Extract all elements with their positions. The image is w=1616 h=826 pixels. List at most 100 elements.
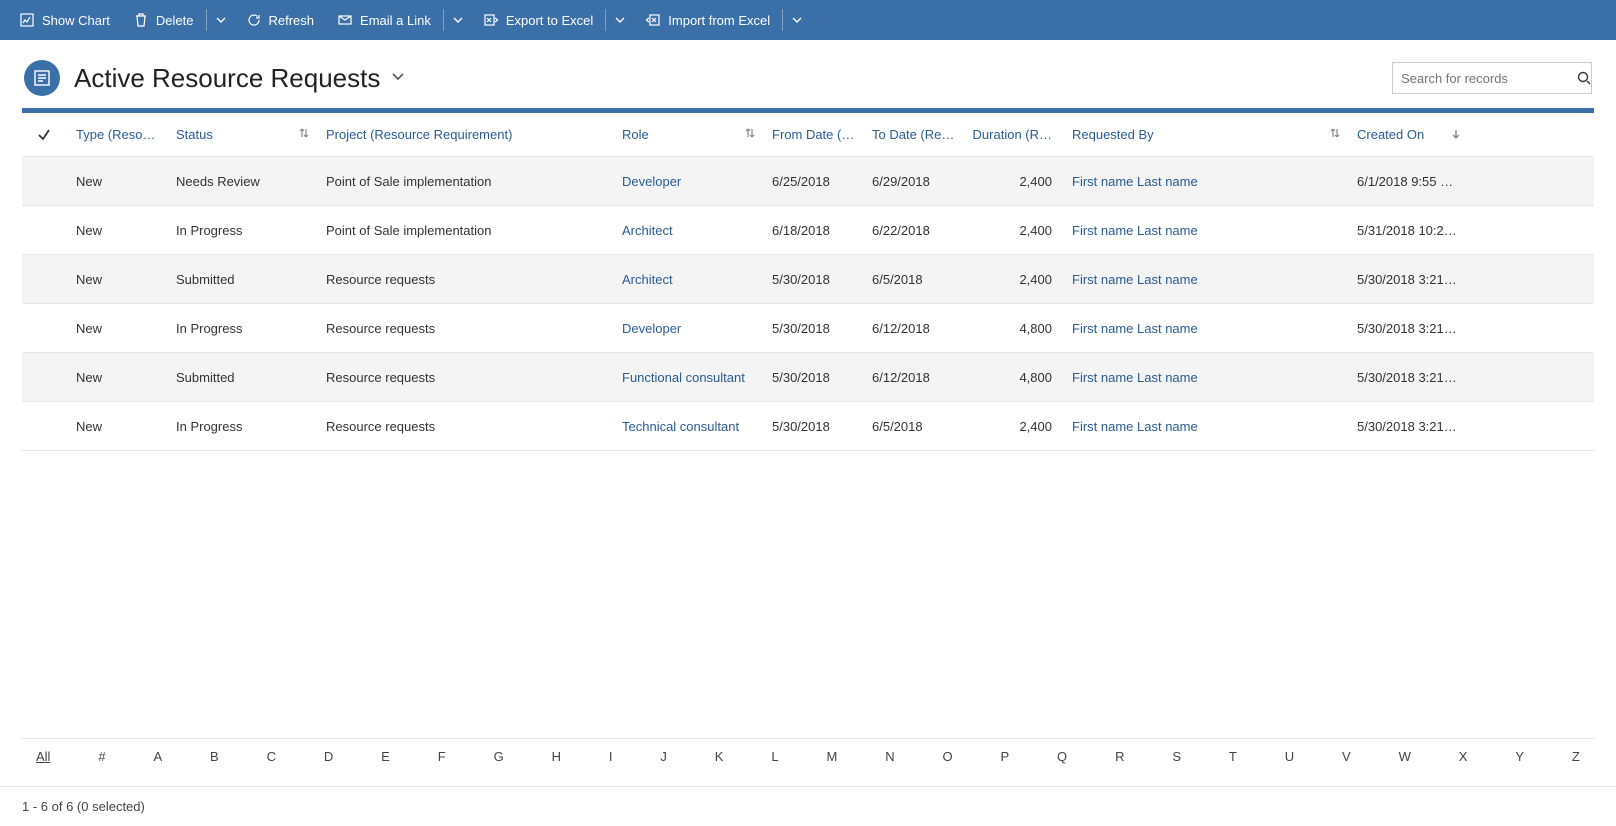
cell-from-date: 5/30/2018 [762, 370, 862, 385]
status-bar: 1 - 6 of 6 (0 selected) [0, 786, 1616, 826]
col-type[interactable]: Type (Reso… [66, 127, 166, 142]
sort-icon [298, 127, 310, 142]
grid-body: New Needs Review Point of Sale implement… [22, 157, 1594, 451]
alpha-k[interactable]: K [715, 749, 724, 764]
export-excel-button[interactable]: Export to Excel [472, 0, 605, 40]
cell-to-date: 6/29/2018 [862, 174, 962, 189]
col-project[interactable]: Project (Resource Requirement) [316, 127, 612, 142]
table-row[interactable]: New In Progress Resource requests Develo… [22, 304, 1594, 353]
col-requested-by[interactable]: Requested By [1062, 127, 1347, 142]
table-row[interactable]: New Submitted Resource requests Architec… [22, 255, 1594, 304]
import-excel-button[interactable]: Import from Excel [634, 0, 782, 40]
search-input[interactable] [1401, 71, 1577, 86]
alpha-h[interactable]: H [552, 749, 561, 764]
page-title: Active Resource Requests [74, 63, 380, 94]
alpha-d[interactable]: D [324, 749, 333, 764]
alpha-q[interactable]: Q [1057, 749, 1067, 764]
cell-role-link[interactable]: Technical consultant [612, 419, 762, 434]
alpha-all[interactable]: All [36, 749, 50, 764]
grid: Type (Reso… Status Project (Resource Req… [0, 108, 1616, 451]
import-excel-dropdown[interactable] [783, 0, 811, 40]
chevron-down-icon [614, 14, 626, 26]
alpha-pager: All # A B C D E F G H I J K L M N O P Q R S T U V W X Y Z [22, 738, 1594, 772]
import-excel-label: Import from Excel [668, 13, 770, 28]
chevron-down-icon [215, 14, 227, 26]
cell-requested-by-link[interactable]: First name Last name [1062, 272, 1347, 287]
cell-duration: 2,400 [962, 272, 1062, 287]
cell-duration: 4,800 [962, 321, 1062, 336]
cell-role-link[interactable]: Functional consultant [612, 370, 762, 385]
export-excel-dropdown[interactable] [606, 0, 634, 40]
cell-requested-by-link[interactable]: First name Last name [1062, 321, 1347, 336]
cell-requested-by-link[interactable]: First name Last name [1062, 223, 1347, 238]
email-link-label: Email a Link [360, 13, 431, 28]
cell-role-link[interactable]: Developer [612, 321, 762, 336]
grid-header: Type (Reso… Status Project (Resource Req… [22, 113, 1594, 157]
alpha-o[interactable]: O [942, 749, 952, 764]
alpha-z[interactable]: Z [1572, 749, 1580, 764]
sort-icon [744, 127, 756, 142]
search-box[interactable] [1392, 62, 1592, 94]
alpha-e[interactable]: E [381, 749, 390, 764]
alpha-p[interactable]: P [1000, 749, 1009, 764]
table-row[interactable]: New In Progress Resource requests Techni… [22, 402, 1594, 451]
chevron-down-icon [452, 14, 464, 26]
alpha-a[interactable]: A [153, 749, 162, 764]
cell-role-link[interactable]: Architect [612, 223, 762, 238]
alpha-#[interactable]: # [98, 749, 105, 764]
email-icon [338, 13, 352, 27]
alpha-x[interactable]: X [1459, 749, 1468, 764]
cell-to-date: 6/12/2018 [862, 321, 962, 336]
col-created-on[interactable]: Created On [1347, 127, 1467, 142]
col-from-date[interactable]: From Date (… [762, 127, 862, 142]
cell-requested-by-link[interactable]: First name Last name [1062, 174, 1347, 189]
cell-requested-by-link[interactable]: First name Last name [1062, 370, 1347, 385]
cell-duration: 4,800 [962, 370, 1062, 385]
col-role[interactable]: Role [612, 127, 762, 142]
cell-type: New [66, 272, 166, 287]
alpha-u[interactable]: U [1285, 749, 1294, 764]
col-duration[interactable]: Duration (R… [962, 127, 1062, 142]
alpha-s[interactable]: S [1172, 749, 1181, 764]
command-bar: Show Chart Delete Refresh Email a Link E… [0, 0, 1616, 40]
search-icon[interactable] [1577, 71, 1591, 85]
alpha-r[interactable]: R [1115, 749, 1124, 764]
cell-project: Resource requests [316, 370, 612, 385]
delete-button[interactable]: Delete [122, 0, 206, 40]
view-selector-dropdown[interactable] [390, 68, 406, 89]
alpha-b[interactable]: B [210, 749, 219, 764]
table-row[interactable]: New Submitted Resource requests Function… [22, 353, 1594, 402]
alpha-l[interactable]: L [771, 749, 778, 764]
table-row[interactable]: New In Progress Point of Sale implementa… [22, 206, 1594, 255]
col-to-date[interactable]: To Date (Re… [862, 127, 962, 142]
alpha-j[interactable]: J [660, 749, 667, 764]
alpha-i[interactable]: I [609, 749, 613, 764]
alpha-v[interactable]: V [1342, 749, 1351, 764]
col-status[interactable]: Status [166, 127, 316, 142]
email-link-dropdown[interactable] [444, 0, 472, 40]
cell-created-on: 5/30/2018 3:21… [1347, 321, 1467, 336]
show-chart-button[interactable]: Show Chart [8, 0, 122, 40]
table-row[interactable]: New Needs Review Point of Sale implement… [22, 157, 1594, 206]
cell-project: Resource requests [316, 272, 612, 287]
alpha-n[interactable]: N [885, 749, 894, 764]
alpha-w[interactable]: W [1399, 749, 1411, 764]
select-all-column[interactable] [22, 128, 66, 142]
alpha-f[interactable]: F [438, 749, 446, 764]
cell-role-link[interactable]: Developer [612, 174, 762, 189]
cell-duration: 2,400 [962, 419, 1062, 434]
refresh-button[interactable]: Refresh [235, 0, 327, 40]
alpha-t[interactable]: T [1229, 749, 1237, 764]
cell-from-date: 5/30/2018 [762, 321, 862, 336]
delete-dropdown[interactable] [207, 0, 235, 40]
alpha-g[interactable]: G [494, 749, 504, 764]
email-link-button[interactable]: Email a Link [326, 0, 443, 40]
cell-role-link[interactable]: Architect [612, 272, 762, 287]
alpha-y[interactable]: Y [1515, 749, 1524, 764]
cell-requested-by-link[interactable]: First name Last name [1062, 419, 1347, 434]
alpha-c[interactable]: C [267, 749, 276, 764]
cell-created-on: 5/30/2018 3:21… [1347, 272, 1467, 287]
alpha-m[interactable]: M [826, 749, 837, 764]
cell-from-date: 5/30/2018 [762, 272, 862, 287]
cell-created-on: 6/1/2018 9:55 … [1347, 174, 1467, 189]
